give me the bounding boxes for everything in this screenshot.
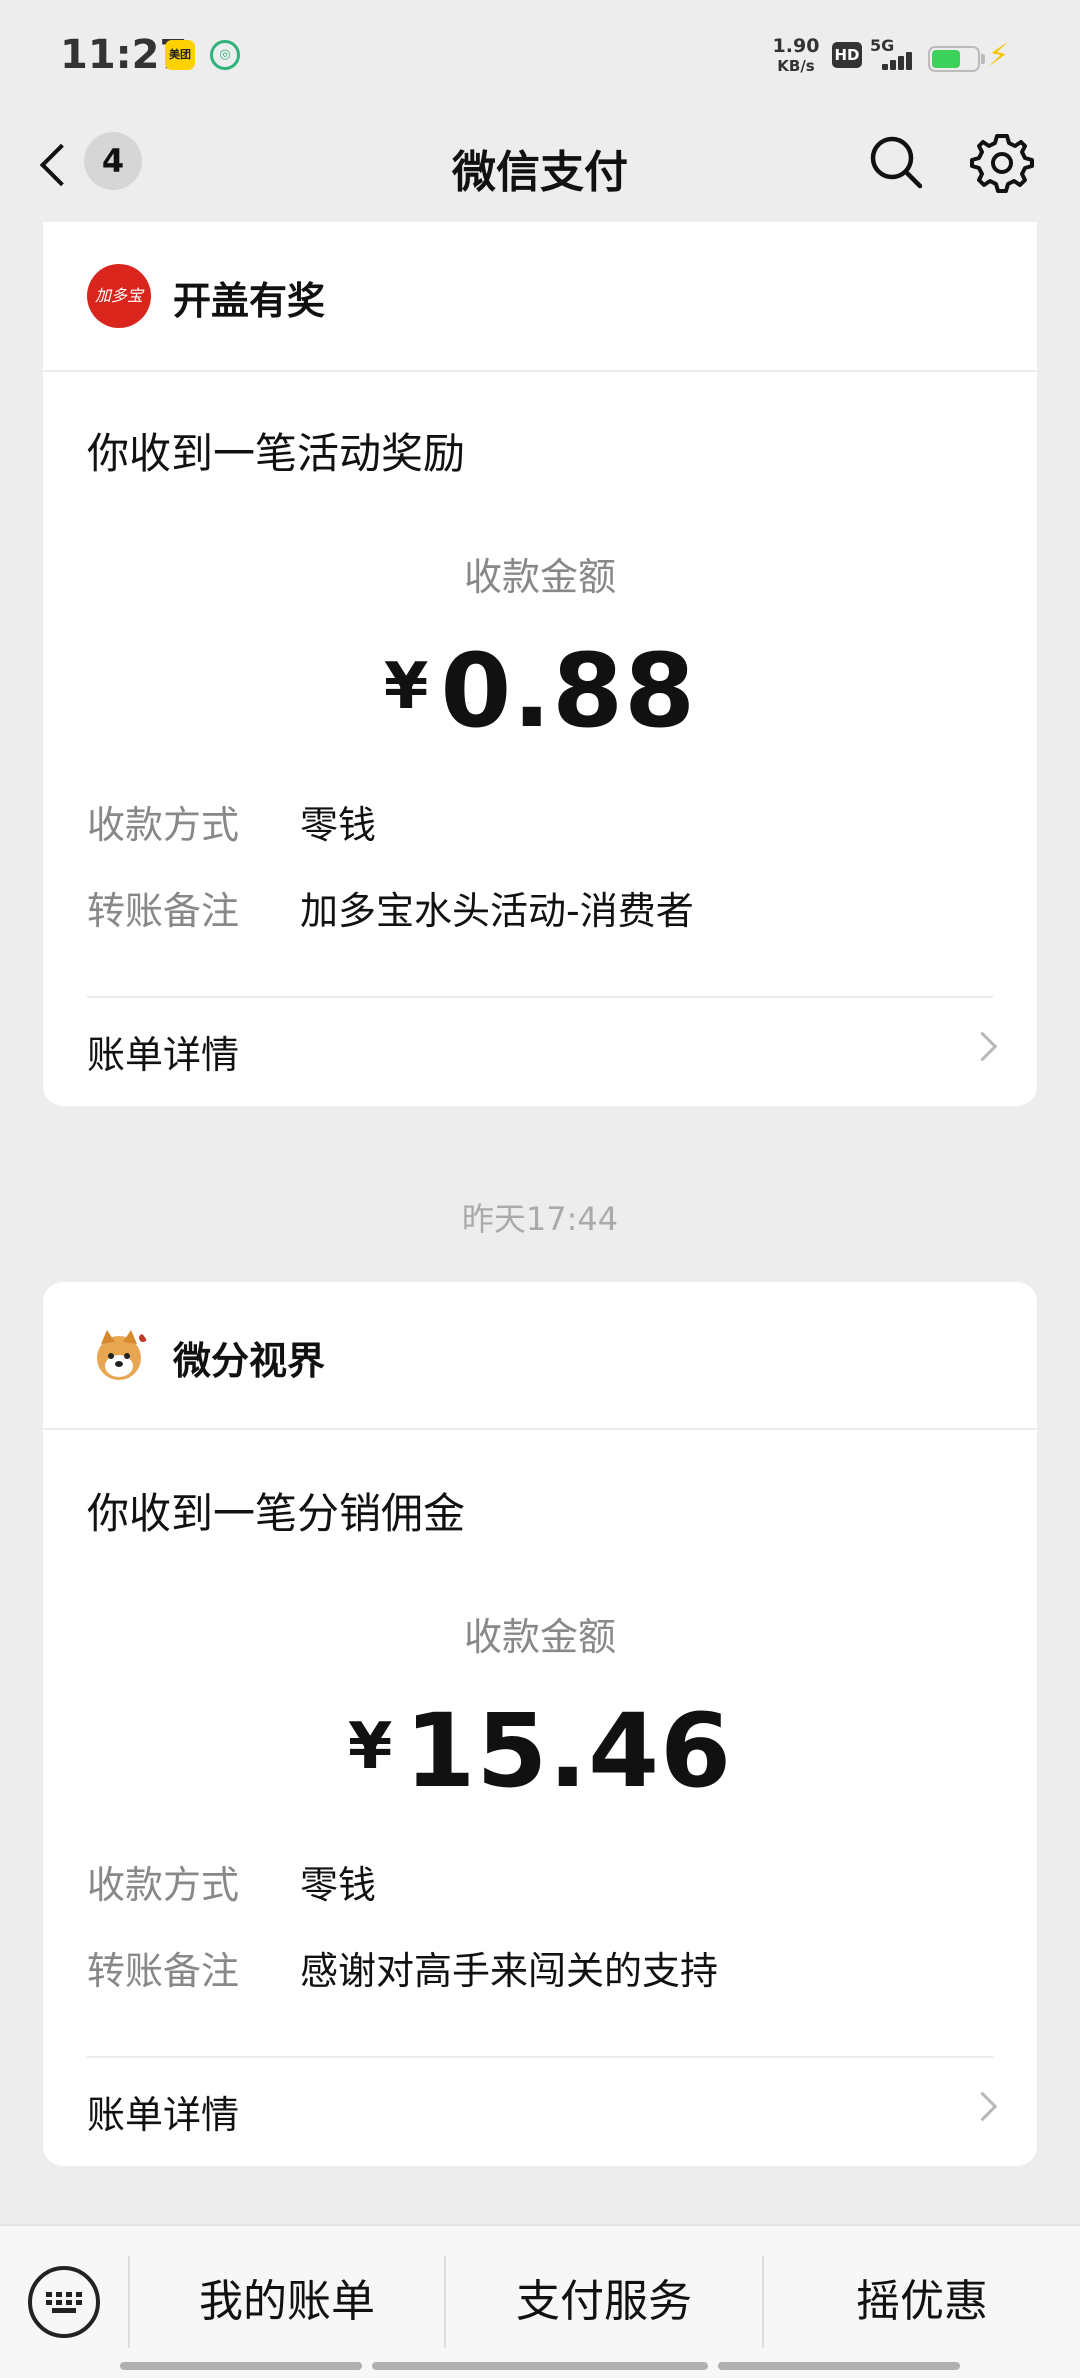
hd-icon: HD xyxy=(832,42,862,68)
search-icon[interactable] xyxy=(868,134,924,190)
message-title: 你收到一笔活动奖励 xyxy=(87,429,466,478)
chevron-right-icon xyxy=(967,2091,998,2122)
payment-message-card[interactable]: 加多宝 开盖有奖 你收到一笔活动奖励 收款金额 ¥0.88 收款方式 零钱 转账… xyxy=(43,222,1037,1106)
keyboard-toggle-button[interactable] xyxy=(28,2266,100,2338)
currency-symbol: ¥ xyxy=(383,650,429,724)
amount-number: 15.46 xyxy=(404,1692,733,1811)
menu-shake-offers[interactable]: 摇优惠 xyxy=(764,2226,1080,2378)
merchant-logo: 加多宝 xyxy=(87,264,151,328)
payment-method-value: 零钱 xyxy=(300,1863,377,1907)
amount-value: ¥15.46 xyxy=(43,1692,1037,1811)
transfer-note-label: 转账备注 xyxy=(87,889,240,933)
network-type: 5G xyxy=(870,36,895,55)
payment-message-card[interactable]: 微分视界 你收到一笔分销佣金 收款金额 ¥15.46 收款方式 零钱 转账备注 … xyxy=(43,1282,1037,2166)
transfer-note-value: 加多宝水头活动-消费者 xyxy=(300,889,694,933)
bill-details-link[interactable]: 账单详情 xyxy=(43,2058,1037,2158)
meituan-notification-icon: 美团 xyxy=(165,40,195,70)
bill-details-label: 账单详情 xyxy=(87,2093,240,2137)
chevron-right-icon xyxy=(967,1031,998,1062)
bill-details-label: 账单详情 xyxy=(87,1033,240,1077)
card-header[interactable]: 微分视界 xyxy=(43,1282,1037,1430)
battery-icon xyxy=(928,46,985,72)
signal-icon: 5G xyxy=(870,36,920,76)
payment-method-value: 零钱 xyxy=(300,803,377,847)
keyboard-icon xyxy=(46,2292,82,2314)
amount-number: 0.88 xyxy=(440,632,697,751)
transfer-note-label: 转账备注 xyxy=(87,1949,240,1993)
bill-details-link[interactable]: 账单详情 xyxy=(43,998,1037,1098)
transfer-note-value: 感谢对高手来闯关的支持 xyxy=(300,1949,719,1993)
home-indicator xyxy=(120,2362,362,2370)
menu-my-bills[interactable]: 我的账单 xyxy=(130,2226,444,2378)
merchant-logo xyxy=(87,1324,151,1388)
network-speed: 1.90 KB/s xyxy=(770,36,822,76)
status-bar: 11:27 美团 ◎ 1.90 KB/s HD 5G ⚡ xyxy=(0,0,1080,110)
network-speed-value: 1.90 xyxy=(772,35,820,57)
message-timestamp: 昨天17:44 xyxy=(461,1200,619,1238)
home-indicator xyxy=(718,2362,960,2370)
amount-label: 收款金额 xyxy=(463,555,616,599)
home-indicator xyxy=(372,2362,708,2370)
message-title: 你收到一笔分销佣金 xyxy=(87,1489,466,1538)
nav-bar: 4 微信支付 xyxy=(0,110,1080,230)
gear-icon[interactable] xyxy=(970,130,1034,194)
bottom-menu: 我的账单 支付服务 摇优惠 xyxy=(0,2224,1080,2378)
card-header[interactable]: 加多宝 开盖有奖 xyxy=(43,222,1037,372)
charging-icon: ⚡ xyxy=(988,38,1010,73)
merchant-name: 微分视界 xyxy=(173,1339,326,1383)
network-speed-unit: KB/s xyxy=(777,57,815,75)
payment-method-label: 收款方式 xyxy=(87,1863,240,1907)
payment-method-label: 收款方式 xyxy=(87,803,240,847)
merchant-name: 开盖有奖 xyxy=(173,279,326,323)
currency-symbol: ¥ xyxy=(347,1710,393,1784)
menu-payment-services[interactable]: 支付服务 xyxy=(446,2226,762,2378)
amount-label: 收款金额 xyxy=(463,1615,616,1659)
app-notification-icon: ◎ xyxy=(210,40,240,70)
amount-value: ¥0.88 xyxy=(43,632,1037,751)
